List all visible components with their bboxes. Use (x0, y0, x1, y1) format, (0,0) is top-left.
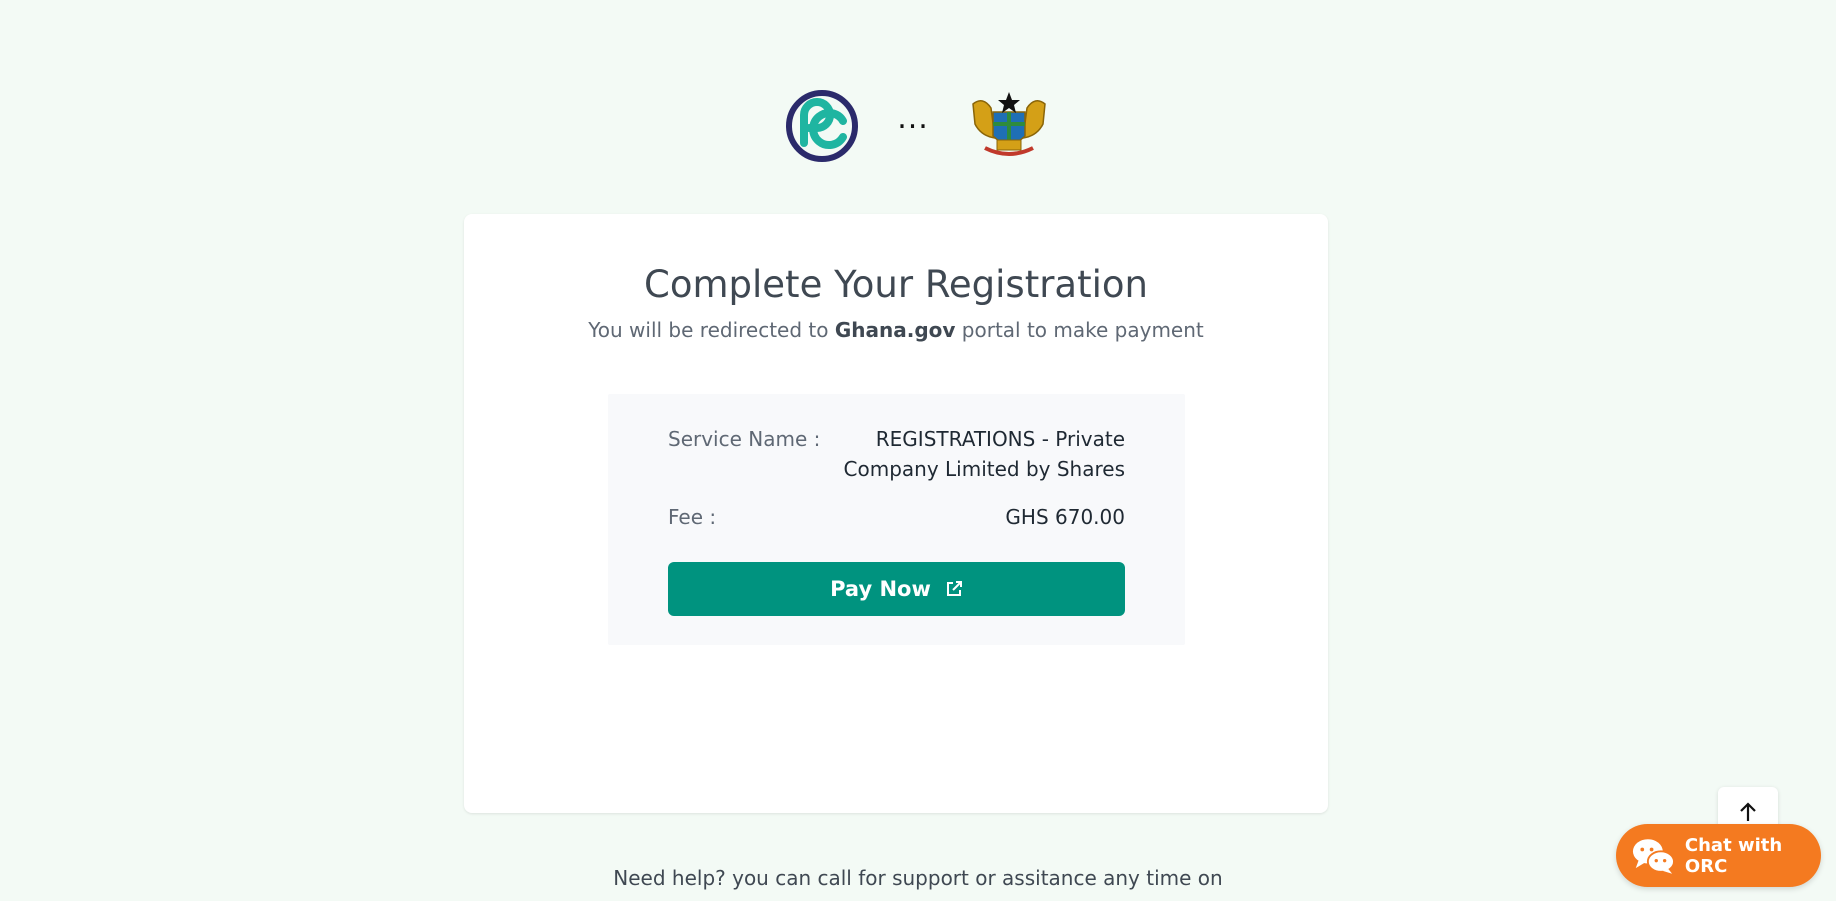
pay-now-label: Pay Now (830, 577, 931, 601)
pay-now-button[interactable]: Pay Now (668, 562, 1125, 616)
arrow-up-icon (1740, 802, 1756, 821)
external-link-icon (946, 581, 962, 596)
chat-with-orc-button[interactable]: Chat with ORC (1616, 824, 1821, 887)
ghana-coat-of-arms-icon (972, 92, 1046, 156)
help-text: Need help? you can call for support or a… (613, 866, 1223, 890)
fee-value: GHS 670.00 (1005, 505, 1125, 529)
service-name-value: REGISTRATIONS - Private Company Limited … (843, 427, 1125, 481)
redirect-notice-suffix: portal to make payment (955, 318, 1204, 342)
service-row: Service Name : REGISTRATIONS - Private C… (668, 424, 1125, 484)
fee-row: Fee : GHS 670.00 (668, 502, 1125, 532)
fee-label: Fee : (668, 505, 717, 529)
payment-summary: Service Name : REGISTRATIONS - Private C… (608, 394, 1185, 645)
chat-bubbles-icon (1632, 838, 1675, 874)
service-name-label: Service Name : (668, 427, 821, 451)
logo-separator: ... (897, 101, 929, 136)
registration-card: Complete Your Registration You will be r… (464, 214, 1328, 813)
redirect-notice-prefix: You will be redirected to (588, 318, 835, 342)
chat-label: Chat with ORC (1684, 834, 1783, 877)
portal-name: Ghana.gov (834, 318, 956, 342)
logo-bar: ... (0, 84, 1836, 168)
orc-logo-icon (786, 90, 859, 162)
page-title: Complete Your Registration (644, 263, 1148, 306)
redirect-notice: You will be redirected to Ghana.gov port… (464, 318, 1328, 342)
